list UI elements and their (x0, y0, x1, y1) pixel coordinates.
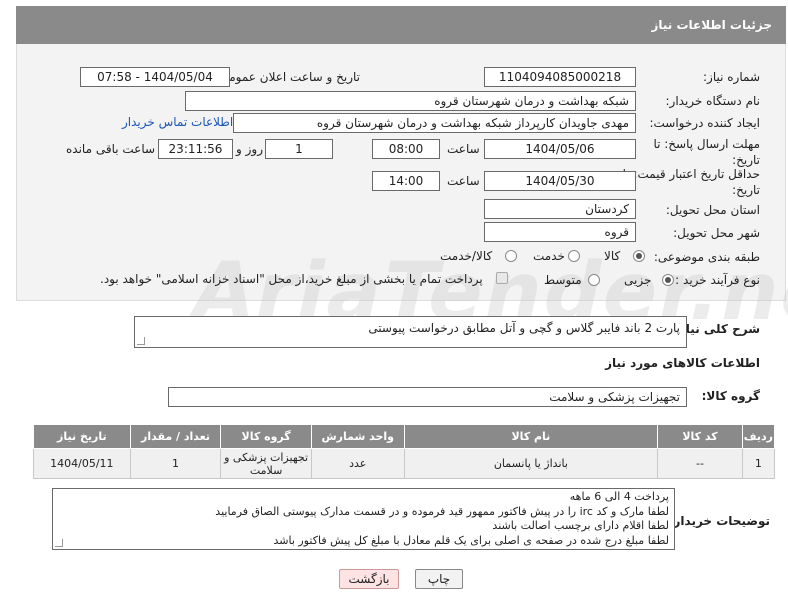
city-field: قروه (484, 222, 636, 242)
cell-row: 1 (741, 448, 776, 479)
col-qty: تعداد / مقدار (129, 424, 222, 449)
process-radio-minor[interactable] (662, 274, 674, 286)
process-minor-label: جزیی (624, 273, 652, 287)
panel-title: جزئیات اطلاعات نیاز (16, 6, 786, 44)
col-group: گروه کالا (220, 424, 312, 449)
col-unit: واحد شمارش (310, 424, 405, 449)
cell-qty: 1 (129, 448, 222, 479)
payment-note: پرداخت تمام یا بخشی از مبلغ خرید،از محل … (100, 272, 483, 286)
need-number-field: 1104094085000218 (484, 67, 636, 87)
col-date: تاریخ نیاز (33, 424, 131, 449)
city-label: شهر محل تحویل: (673, 226, 760, 240)
category-radio-service[interactable] (568, 250, 580, 262)
buyer-notes-label: توضیحات خریدار: (668, 514, 770, 528)
need-number-label: شماره نیاز: (703, 70, 760, 84)
goods-section-title: اطلاعات کالاهای مورد نیاز (605, 356, 760, 370)
province-field: کردستان (484, 199, 636, 219)
col-code: کد کالا (657, 424, 743, 449)
remaining-label: ساعت باقی مانده (66, 142, 156, 156)
table-row: 1 -- بانداژ یا پانسمان عدد تجهیزات پزشکی… (33, 448, 776, 479)
process-label: نوع فرآیند خرید : (675, 273, 760, 287)
category-goods-label: کالا (604, 249, 621, 263)
validity-time-label: ساعت (447, 174, 480, 188)
cell-date: 1404/05/11 (33, 448, 131, 479)
treasury-checkbox[interactable] (496, 272, 508, 284)
contact-buyer-link[interactable]: اطلاعات تماس خریدار (122, 115, 233, 129)
category-service-label: خدمت (533, 249, 565, 263)
creator-field: مهدی جاویدان کارپرداز شبکه بهداشت و درما… (233, 113, 636, 133)
resize-handle[interactable] (137, 337, 145, 345)
notes-resize-handle[interactable] (55, 539, 63, 547)
note-line: لطفا اقلام دارای برچسب اصالت باشند (492, 519, 669, 532)
deadline-date-field: 1404/05/06 (484, 139, 636, 159)
category-both-label: کالا/خدمت (440, 249, 493, 263)
cell-group: تجهیزات پزشکی و سلامت (220, 448, 312, 479)
goods-table-header: ردیف کد کالا نام کالا واحد شمارش گروه کا… (33, 424, 776, 449)
deadline-label: مهلت ارسال پاسخ: تا تاریخ: (653, 137, 760, 167)
cell-name: بانداژ یا پانسمان (403, 448, 659, 479)
validity-label: حداقل تاریخ اعتبار قیمت: تا تاریخ: (622, 167, 760, 197)
cell-code: -- (657, 448, 743, 479)
validity-time-field: 14:00 (372, 171, 440, 191)
deadline-time-label: ساعت (447, 142, 480, 156)
announce-field: 1404/05/04 - 07:58 (80, 67, 230, 87)
col-row: ردیف (741, 424, 776, 449)
col-name: نام کالا (403, 424, 659, 449)
deadline-time-field: 08:00 (372, 139, 440, 159)
province-label: استان محل تحویل: (665, 203, 760, 217)
buyer-org-field: شبکه بهداشت و درمان شهرستان قروه (185, 91, 636, 111)
days-field: 1 (265, 139, 333, 159)
goods-table: ردیف کد کالا نام کالا واحد شمارش گروه کا… (33, 424, 776, 479)
announce-label: تاریخ و ساعت اعلان عمومی: (215, 70, 360, 84)
note-line: لطفا مبلغ درج شده در صفحه ی اصلی برای یک… (273, 533, 669, 547)
description-textarea[interactable]: پارت 2 باند فایبر گلاس و گچی و آتل مطابق… (134, 316, 687, 348)
back-button[interactable]: بازگشت (339, 569, 399, 589)
days-label: روز و (236, 142, 263, 156)
buyer-org-label: نام دستگاه خریدار: (665, 94, 761, 108)
goods-group-label: گروه کالا: (701, 389, 760, 403)
buyer-notes-textarea[interactable]: پرداخت 4 الی 6 ماهه لطفا مارک و کد irc ر… (52, 488, 675, 550)
goods-group-field: تجهیزات پزشکی و سلامت (168, 387, 687, 407)
note-line: لطفا مارک و کد irc را در پیش فاکتور ممهو… (215, 504, 669, 518)
category-radio-both[interactable] (505, 250, 517, 262)
print-button[interactable]: چاپ (415, 569, 463, 589)
category-radio-goods[interactable] (633, 250, 645, 262)
note-line: پرداخت 4 الی 6 ماهه (569, 490, 669, 503)
creator-label: ایجاد کننده درخواست: (649, 116, 760, 130)
validity-date-field: 1404/05/30 (484, 171, 636, 191)
process-medium-label: متوسط (544, 273, 582, 287)
category-label: طبقه بندی موضوعی: (653, 250, 760, 264)
cell-unit: عدد (310, 448, 405, 479)
process-radio-medium[interactable] (588, 274, 600, 286)
remaining-time-field: 23:11:56 (158, 139, 233, 159)
